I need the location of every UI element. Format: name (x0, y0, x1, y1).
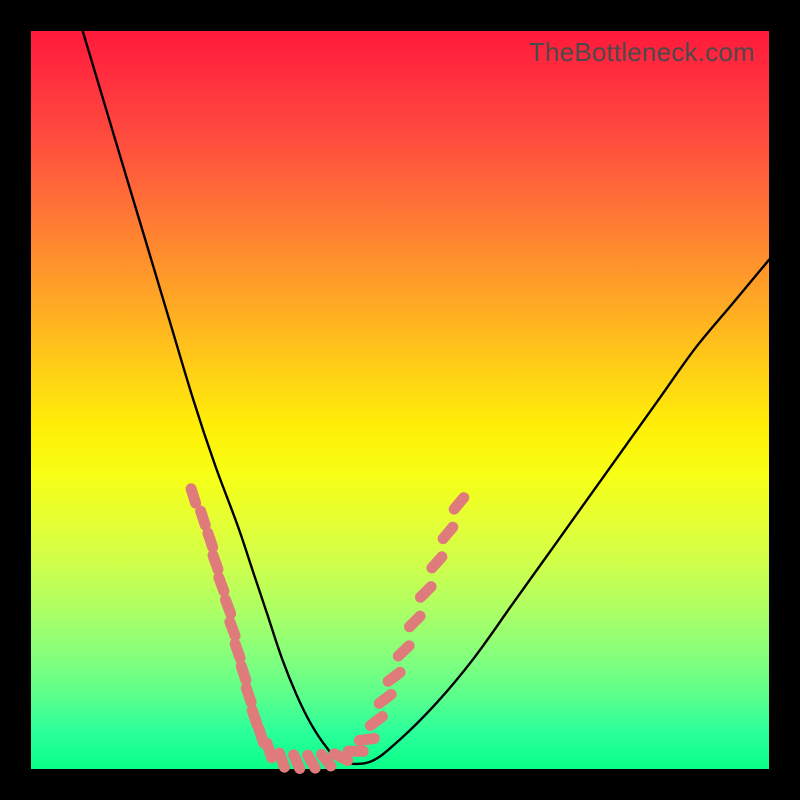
bottleneck-curve-path (83, 31, 769, 764)
plot-area: TheBottleneck.com (31, 31, 769, 769)
curve-svg (31, 31, 769, 769)
highlight-dash (294, 755, 300, 769)
highlight-dash (421, 587, 432, 598)
highlight-dash-group (191, 489, 464, 769)
highlight-dash (191, 489, 196, 503)
highlight-dash (370, 717, 382, 726)
highlight-dash (388, 672, 400, 681)
highlight-dash (252, 710, 257, 724)
highlight-dash (410, 616, 421, 627)
highlight-dash (225, 600, 230, 614)
highlight-dash (208, 533, 213, 547)
highlight-dash (454, 498, 464, 510)
highlight-dash (213, 555, 218, 569)
highlight-dash (308, 755, 316, 768)
highlight-dash (241, 666, 246, 680)
chart-frame: TheBottleneck.com (0, 0, 800, 800)
highlight-dash (432, 557, 442, 568)
highlight-dash (398, 646, 409, 656)
highlight-dash (246, 688, 251, 702)
highlight-dash (230, 622, 235, 636)
highlight-dash (267, 743, 272, 757)
highlight-dash (279, 753, 284, 767)
highlight-dash (235, 644, 240, 658)
highlight-dash (359, 738, 374, 740)
highlight-dash (379, 694, 391, 703)
highlight-dash (443, 527, 453, 539)
highlight-dash (219, 578, 224, 592)
highlight-dash (201, 511, 206, 525)
